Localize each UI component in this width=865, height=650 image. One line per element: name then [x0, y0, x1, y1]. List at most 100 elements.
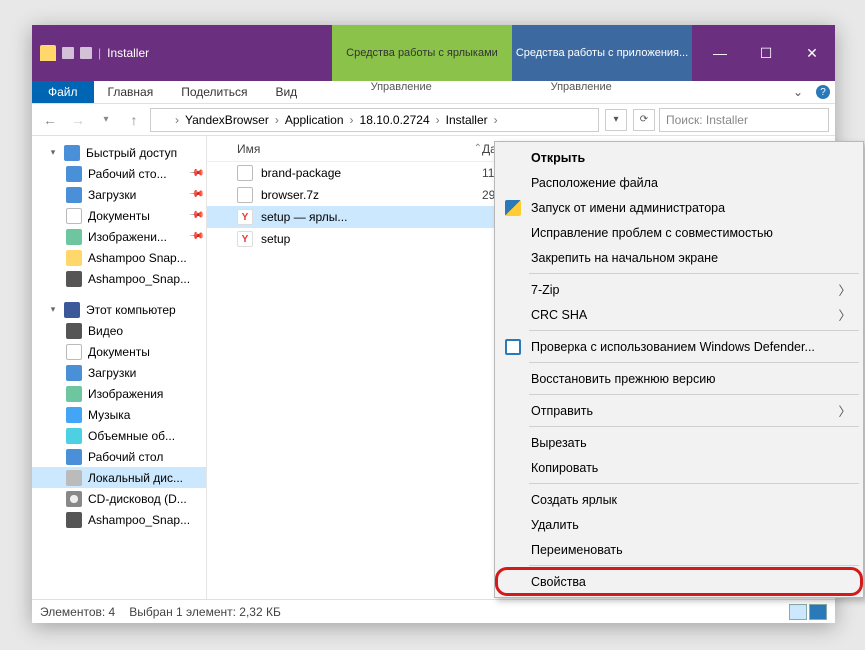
menu-run-as-admin[interactable]: Запуск от имени администратора — [497, 195, 861, 220]
view-large-button[interactable] — [809, 604, 827, 620]
sidebar-this-pc[interactable]: ▾Этот компьютер — [32, 299, 206, 320]
sidebar-item[interactable]: Документы📌 — [32, 205, 206, 226]
video-icon — [66, 323, 82, 339]
menu-open[interactable]: Открыть — [497, 145, 861, 170]
pc-icon — [64, 302, 80, 318]
shield-icon — [505, 200, 521, 216]
3d-icon — [66, 428, 82, 444]
menu-pin-start[interactable]: Закрепить на начальном экране — [497, 245, 861, 270]
sidebar-item[interactable]: Рабочий стол — [32, 446, 206, 467]
address-dropdown[interactable]: ▾ — [605, 109, 627, 131]
status-item-count: Элементов: 4 — [40, 605, 115, 619]
file-icon — [237, 187, 253, 203]
menu-properties[interactable]: Свойства — [497, 569, 861, 594]
qat-icon — [80, 47, 92, 59]
view-details-button[interactable] — [789, 604, 807, 620]
context-tab-apps[interactable]: Средства работы с приложения... — [512, 25, 692, 81]
menu-defender[interactable]: Проверка с использованием Windows Defend… — [497, 334, 861, 359]
folder-icon — [66, 250, 82, 266]
help-button[interactable]: ? — [811, 81, 835, 103]
separator: | — [98, 46, 101, 60]
desktop-icon — [66, 166, 82, 182]
sidebar-item[interactable]: Изображени...📌 — [32, 226, 206, 247]
menu-send-to[interactable]: Отправить〉 — [497, 398, 861, 423]
status-selection: Выбран 1 элемент: 2,32 КБ — [129, 605, 281, 619]
back-button[interactable]: ← — [38, 108, 62, 132]
sidebar-item[interactable]: Ashampoo_Snap... — [32, 509, 206, 530]
menu-restore-version[interactable]: Восстановить прежнюю версию — [497, 366, 861, 391]
tab-file[interactable]: Файл — [32, 81, 94, 103]
sidebar-item[interactable]: Изображения — [32, 383, 206, 404]
sidebar-item[interactable]: Ashampoo Snap... — [32, 247, 206, 268]
crumb[interactable]: 18.10.0.2724 — [360, 113, 430, 127]
crumb[interactable]: YandexBrowser — [185, 113, 269, 127]
address-bar: ← → ▾ ↑ YandexBrowser Application 18.10.… — [32, 104, 835, 136]
sidebar-item-local-disk[interactable]: Локальный дис... — [32, 467, 206, 488]
context-tab-shortcuts[interactable]: Средства работы с ярлыками — [332, 25, 512, 81]
pin-icon: 📌 — [187, 228, 204, 245]
title-bar: | Installer Средства работы с ярлыками С… — [32, 25, 835, 81]
forward-button[interactable]: → — [66, 108, 90, 132]
defender-icon — [505, 339, 521, 355]
breadcrumb[interactable]: YandexBrowser Application 18.10.0.2724 I… — [150, 108, 599, 132]
tab-home[interactable]: Главная — [94, 81, 168, 103]
maximize-button[interactable]: ☐ — [743, 25, 789, 81]
pin-icon: 📌 — [187, 165, 204, 182]
crumb[interactable]: Installer — [446, 113, 488, 127]
pin-icon: 📌 — [187, 186, 204, 203]
pin-icon: 📌 — [187, 207, 204, 224]
star-icon — [64, 145, 80, 161]
file-icon — [237, 231, 253, 247]
documents-icon — [66, 208, 82, 224]
search-placeholder: Поиск: Installer — [666, 113, 748, 127]
documents-icon — [66, 344, 82, 360]
sidebar-item[interactable]: Видео — [32, 320, 206, 341]
qat-icon — [62, 47, 74, 59]
sidebar-item[interactable]: Загрузки — [32, 362, 206, 383]
sidebar-item[interactable]: Ashampoo_Snap... — [32, 268, 206, 289]
collapse-ribbon-icon[interactable]: ⌄ — [785, 81, 811, 103]
file-name: setup — ярлы... — [261, 210, 347, 224]
file-name: brand-package — [261, 166, 341, 180]
menu-create-shortcut[interactable]: Создать ярлык — [497, 487, 861, 512]
menu-crc-sha[interactable]: CRC SHA〉 — [497, 302, 861, 327]
menu-compatibility[interactable]: Исправление проблем с совместимостью — [497, 220, 861, 245]
file-icon — [237, 209, 253, 225]
pictures-icon — [66, 386, 82, 402]
sidebar-item[interactable]: CD-дисковод (D... — [32, 488, 206, 509]
col-name[interactable]: Имя⌃ — [237, 142, 482, 156]
context-menu: Открыть Расположение файла Запуск от име… — [494, 141, 864, 598]
recent-button[interactable]: ▾ — [94, 108, 118, 132]
tab-view[interactable]: Вид — [261, 81, 311, 103]
sort-icon: ⌃ — [474, 143, 482, 154]
folder-icon — [155, 113, 169, 127]
crumb[interactable]: Application — [285, 113, 344, 127]
menu-rename[interactable]: Переименовать — [497, 537, 861, 562]
menu-cut[interactable]: Вырезать — [497, 430, 861, 455]
close-button[interactable]: ✕ — [789, 25, 835, 81]
sidebar-item[interactable]: Рабочий сто...📌 — [32, 163, 206, 184]
tab-share[interactable]: Поделиться — [167, 81, 261, 103]
sidebar-item[interactable]: Объемные об... — [32, 425, 206, 446]
sidebar-item[interactable]: Документы — [32, 341, 206, 362]
tab-manage-shortcuts[interactable]: Управление — [311, 81, 491, 103]
menu-7zip[interactable]: 7-Zip〉 — [497, 277, 861, 302]
up-button[interactable]: ↑ — [122, 108, 146, 132]
folder-icon — [40, 45, 56, 61]
menu-file-location[interactable]: Расположение файла — [497, 170, 861, 195]
menu-delete[interactable]: Удалить — [497, 512, 861, 537]
refresh-button[interactable]: ⟳ — [633, 109, 655, 131]
window-title: Installer — [107, 46, 149, 60]
cd-icon — [66, 491, 82, 507]
ribbon-tabs: Файл Главная Поделиться Вид Управление У… — [32, 81, 835, 104]
search-input[interactable]: Поиск: Installer — [659, 108, 829, 132]
chevron-right-icon: 〉 — [838, 305, 851, 324]
menu-copy[interactable]: Копировать — [497, 455, 861, 480]
chevron-right-icon: 〉 — [838, 280, 851, 299]
sidebar-item[interactable]: Загрузки📌 — [32, 184, 206, 205]
sidebar-quick-access[interactable]: ▾Быстрый доступ — [32, 142, 206, 163]
minimize-button[interactable]: — — [697, 25, 743, 81]
tab-manage-apps[interactable]: Управление — [491, 81, 671, 103]
sidebar-item[interactable]: Музыка — [32, 404, 206, 425]
disk-icon — [66, 470, 82, 486]
